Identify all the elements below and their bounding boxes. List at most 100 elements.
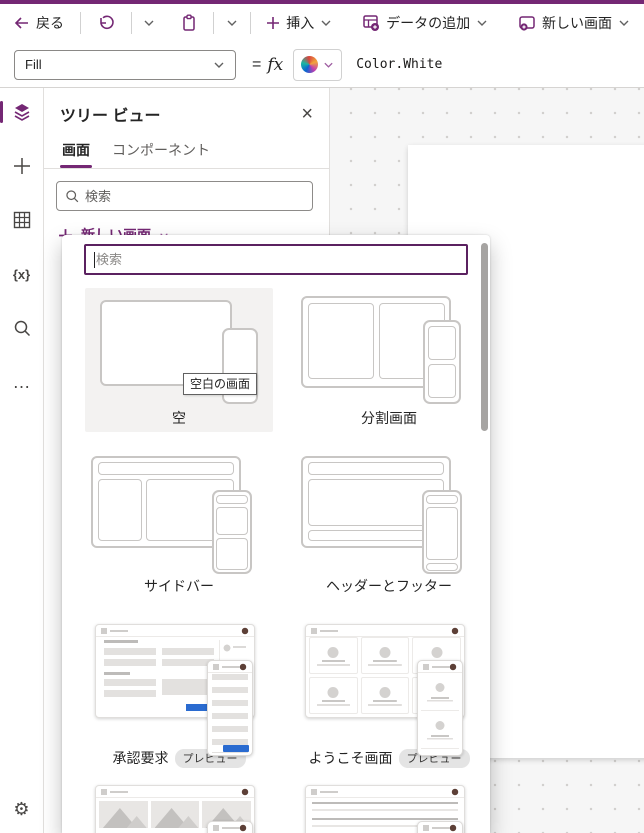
rail-insert-button[interactable] — [6, 152, 38, 180]
header-mock — [98, 462, 234, 475]
undo-button[interactable] — [91, 10, 121, 36]
sidebar-thumbnail — [85, 450, 273, 574]
back-label: 戻る — [36, 15, 64, 31]
card-mock — [309, 677, 358, 714]
tab-screens[interactable]: 画面 — [60, 136, 92, 168]
tree-search-input[interactable] — [85, 188, 304, 204]
undo-icon — [97, 14, 115, 32]
template-approval-request[interactable]: 承認要求 プレビュー — [85, 618, 273, 776]
image-placeholder-mock — [150, 801, 200, 828]
rail-data-button[interactable] — [6, 206, 38, 234]
approval-thumbnail — [85, 618, 273, 756]
new-screen-button[interactable]: 新しい画面 — [512, 9, 636, 37]
rail-variables-button[interactable]: {x} — [6, 260, 38, 288]
app-header-mock — [306, 625, 464, 637]
plus-icon — [266, 16, 280, 30]
phone-screenshot-mock — [417, 660, 463, 756]
left-rail: {x} … ⚙ — [0, 88, 44, 833]
insert-button[interactable]: 挿入 — [260, 9, 338, 37]
template-header-footer[interactable]: ヘッダーとフッター — [295, 450, 483, 600]
phone-mock — [212, 490, 252, 574]
insert-label: 挿入 — [286, 15, 315, 31]
card-mock — [421, 713, 459, 749]
template-label: 空 — [172, 410, 186, 426]
template-blank[interactable]: 空白の画面 空 — [85, 288, 273, 432]
table-icon — [13, 211, 30, 229]
undo-menu-chevron[interactable] — [141, 15, 157, 31]
panel-tabs: 画面 コンポーネント — [44, 132, 329, 169]
main-panel-mock — [426, 507, 458, 560]
property-chevron-icon — [214, 62, 224, 68]
new-screen-label: 新しい画面 — [542, 15, 612, 31]
close-icon[interactable]: × — [301, 104, 313, 124]
template-sidebar[interactable]: サイドバー — [85, 450, 273, 600]
clipboard-icon — [181, 14, 197, 32]
phone-mock — [423, 320, 461, 404]
add-data-button[interactable]: データの追加 — [356, 9, 494, 37]
template-gallery[interactable] — [85, 785, 273, 833]
template-welcome-screen[interactable]: ようこそ画面 プレビュー — [295, 618, 483, 776]
phone-screenshot-mock — [207, 660, 253, 756]
template-form[interactable] — [295, 785, 483, 833]
app-header-mock — [418, 822, 462, 833]
paste-button[interactable] — [175, 10, 203, 36]
rail-settings-button[interactable]: ⚙ — [6, 795, 38, 823]
back-button[interactable]: 戻る — [8, 9, 70, 37]
powerapps-studio: 戻る 挿入 データの追加 新しい画面 Fill = fx Color.White… — [0, 0, 644, 833]
template-label: ようこそ画面 — [308, 750, 393, 766]
submit-button-mock — [223, 745, 249, 752]
header-mock — [216, 495, 248, 504]
search-icon — [66, 190, 79, 203]
template-label: 分割画面 — [361, 410, 417, 426]
back-arrow-icon — [14, 16, 30, 30]
toolbar-divider — [249, 12, 251, 34]
app-header-mock — [208, 661, 252, 673]
copilot-button[interactable] — [293, 48, 343, 81]
form-mock — [212, 674, 248, 753]
template-label: 承認要求 — [112, 750, 169, 766]
rail-more-button[interactable]: … — [6, 368, 38, 396]
app-header-mock — [96, 786, 254, 798]
phone-mock — [422, 490, 462, 574]
paste-menu-chevron[interactable] — [224, 15, 240, 31]
phone-screenshot-mock — [207, 821, 253, 833]
panel-mock — [428, 326, 456, 360]
app-header-mock — [306, 786, 464, 798]
card-mock — [421, 675, 459, 711]
insert-chevron-icon — [321, 20, 331, 26]
phone-screenshot-mock — [417, 821, 463, 833]
form-thumbnail — [295, 785, 483, 833]
screen-add-icon — [518, 15, 536, 31]
template-search-box[interactable] — [84, 244, 468, 275]
split-thumbnail — [295, 288, 483, 406]
panel-title: ツリー ビュー — [60, 108, 161, 125]
rail-search-button[interactable] — [6, 314, 38, 342]
app-header-mock — [208, 822, 252, 833]
card-mock — [309, 637, 358, 674]
formula-input[interactable]: Color.White — [356, 57, 442, 72]
layers-icon — [14, 104, 29, 121]
panel-mock — [428, 364, 456, 398]
app-header-mock — [96, 625, 254, 637]
equals-sign: = — [252, 55, 262, 73]
header-mock — [308, 462, 444, 475]
template-split-screen[interactable]: 分割画面 — [295, 288, 483, 432]
add-data-chevron-icon — [477, 20, 487, 26]
blank-thumbnail: 空白の画面 — [85, 288, 273, 406]
tree-search-box[interactable] — [56, 181, 313, 211]
formula-bar: Fill = fx Color.White — [0, 42, 644, 88]
property-selector[interactable]: Fill — [14, 49, 236, 80]
tab-components[interactable]: コンポーネント — [110, 136, 212, 168]
gear-icon: ⚙ — [13, 799, 30, 819]
add-data-label: データの追加 — [386, 15, 471, 31]
side-panel-mock — [98, 479, 142, 541]
panel-mock — [308, 303, 374, 379]
image-placeholder-mock — [99, 801, 148, 828]
more-icon: … — [12, 372, 31, 392]
rail-tree-view-button[interactable] — [0, 98, 38, 126]
search-icon — [14, 320, 30, 337]
panel-mock — [216, 538, 248, 570]
new-screen-flyout: 空白の画面 空 分割画面 — [62, 235, 490, 833]
template-search-input[interactable] — [96, 252, 458, 267]
toolbar-divider — [80, 12, 81, 34]
